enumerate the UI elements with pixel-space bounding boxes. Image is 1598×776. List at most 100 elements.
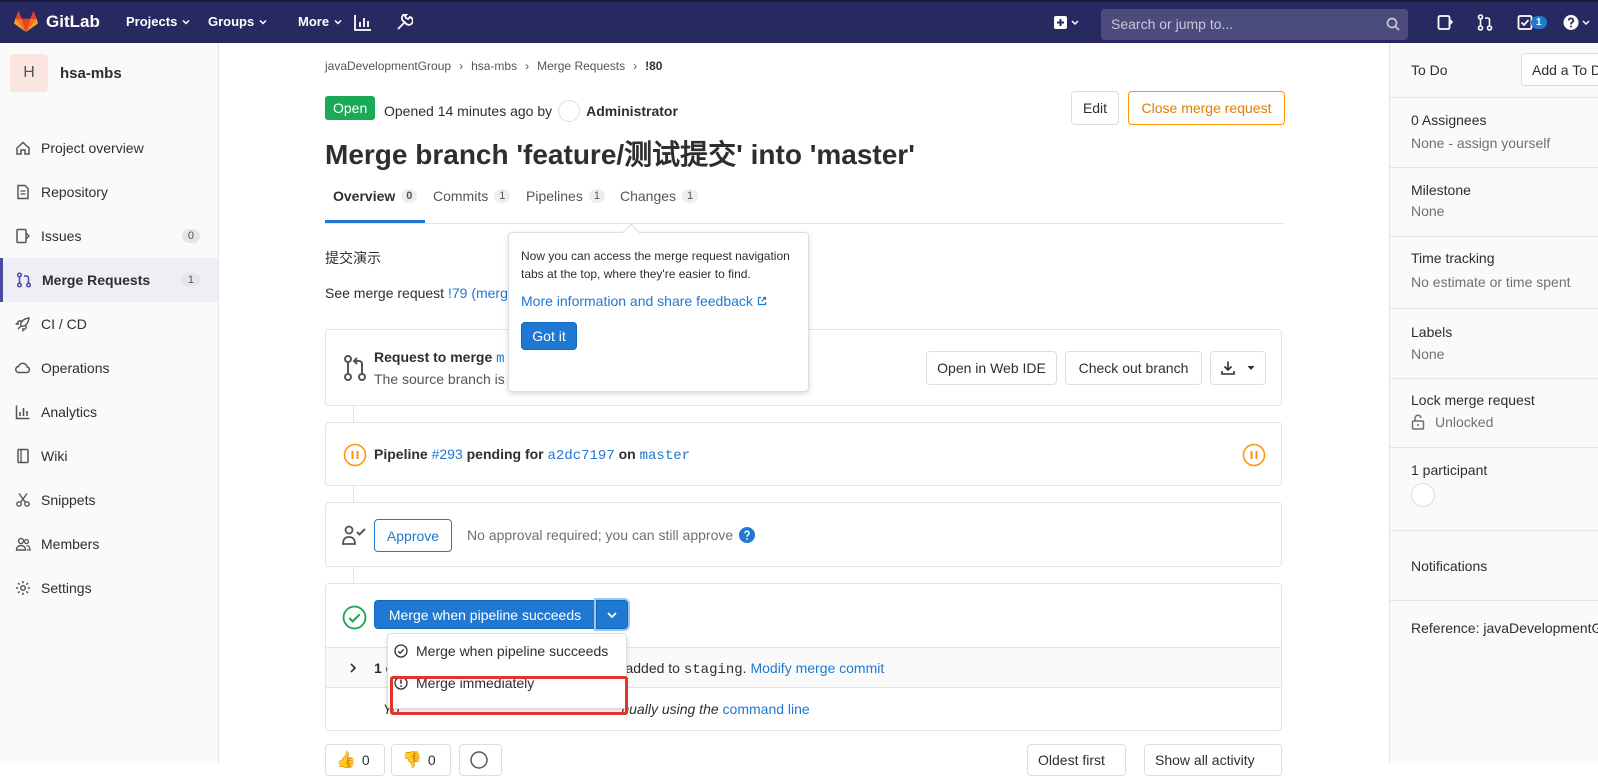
issues-icon bbox=[16, 228, 30, 244]
more-information-link[interactable]: More information and share feedback bbox=[521, 292, 796, 310]
todo-label: To Do bbox=[1411, 62, 1448, 78]
opened-info: Opened 14 minutes ago by Administrator bbox=[384, 100, 678, 122]
sidebar-item-members[interactable]: Members bbox=[0, 522, 218, 566]
divider bbox=[1390, 530, 1598, 531]
merge-options-dropdown-toggle[interactable] bbox=[596, 600, 628, 629]
search-input[interactable]: Search or jump to... bbox=[1101, 9, 1408, 40]
thumbs-up-count: 0 bbox=[361, 752, 370, 768]
sidebar-item-analytics[interactable]: Analytics bbox=[0, 390, 218, 434]
smiley-icon bbox=[470, 751, 488, 769]
opened-text: Opened 14 minutes ago by bbox=[384, 103, 553, 119]
approve-button[interactable]: Approve bbox=[374, 519, 452, 552]
tab-changes[interactable]: Changes 1 bbox=[620, 188, 699, 204]
nav-more[interactable]: More bbox=[298, 14, 343, 29]
todo-count-badge: 1 bbox=[1531, 16, 1547, 29]
got-it-button[interactable]: Got it bbox=[521, 322, 577, 350]
sidebar-item-issues[interactable]: Issues 0 bbox=[0, 214, 218, 258]
activity-chart-icon[interactable] bbox=[354, 14, 372, 31]
breadcrumb-mr-id[interactable]: !80 bbox=[645, 59, 662, 73]
close-merge-request-button[interactable]: Close merge request bbox=[1128, 91, 1285, 125]
modify-merge-commit-link[interactable]: Modify merge commit bbox=[750, 660, 884, 676]
sidebar-item-snippets[interactable]: Snippets bbox=[0, 478, 218, 522]
milestone-label: Milestone bbox=[1411, 182, 1471, 198]
add-todo-button[interactable]: Add a To D bbox=[1521, 53, 1598, 86]
project-header[interactable]: H hsa-mbs bbox=[10, 54, 122, 92]
breadcrumb-project[interactable]: hsa-mbs bbox=[471, 59, 517, 73]
tab-commits[interactable]: Commits 1 bbox=[433, 188, 511, 204]
assign-yourself-link[interactable]: None - assign yourself bbox=[1411, 135, 1550, 151]
popover-arrow bbox=[622, 223, 640, 241]
popover-text: Now you can access the merge request nav… bbox=[521, 249, 790, 281]
document-icon bbox=[17, 184, 29, 200]
project-avatar: H bbox=[10, 54, 48, 92]
target-branch-link[interactable]: master bbox=[640, 448, 690, 464]
chevron-right-icon: › bbox=[633, 59, 638, 73]
sidebar-item-ci-cd[interactable]: CI / CD bbox=[0, 302, 218, 346]
admin-wrench-icon[interactable] bbox=[395, 14, 413, 31]
nav-projects[interactable]: Projects bbox=[126, 14, 191, 29]
question-circle-icon[interactable] bbox=[739, 527, 756, 543]
unlock-icon bbox=[1411, 414, 1425, 430]
tab-count: 1 bbox=[494, 189, 511, 203]
labels-label: Labels bbox=[1411, 324, 1453, 340]
chevron-down-icon bbox=[334, 19, 342, 25]
download-dropdown-button[interactable] bbox=[1210, 351, 1266, 385]
divider bbox=[1390, 167, 1598, 168]
lock-value: Unlocked bbox=[1435, 414, 1494, 430]
tab-count: 1 bbox=[682, 189, 699, 203]
sidebar-item-settings[interactable]: Settings bbox=[0, 566, 218, 610]
divider bbox=[1390, 600, 1598, 601]
avatar[interactable] bbox=[558, 100, 581, 122]
avatar[interactable] bbox=[1411, 483, 1435, 507]
command-line-link[interactable]: command line bbox=[723, 701, 810, 717]
sort-label: Oldest first bbox=[1038, 752, 1105, 768]
tab-overview[interactable]: Overview 0 bbox=[333, 188, 418, 204]
request-title-text: Request to merge bbox=[374, 349, 493, 365]
new-item-plus-icon[interactable] bbox=[1053, 14, 1083, 31]
thumbs-up-button[interactable]: 👍 0 bbox=[325, 744, 385, 776]
merge-when-pipeline-succeeds-button[interactable]: Merge when pipeline succeeds bbox=[374, 600, 596, 629]
pipeline-stage-pending-icon[interactable] bbox=[1242, 443, 1266, 467]
edit-button[interactable]: Edit bbox=[1071, 91, 1119, 125]
chevron-right-icon[interactable] bbox=[348, 662, 358, 674]
thumbs-down-count: 0 bbox=[427, 752, 436, 768]
book-icon bbox=[17, 448, 29, 464]
merge-request-icon[interactable] bbox=[1477, 14, 1493, 31]
open-in-web-ide-button[interactable]: Open in Web IDE bbox=[926, 351, 1057, 385]
see-merge-request: See merge request !79 (merg bbox=[325, 285, 508, 301]
commit-sha-link[interactable]: a2dc7197 bbox=[548, 448, 615, 464]
breadcrumb-group[interactable]: javaDevelopmentGroup bbox=[325, 59, 451, 73]
check-out-branch-button[interactable]: Check out branch bbox=[1065, 351, 1202, 385]
tab-pipelines[interactable]: Pipelines 1 bbox=[526, 188, 605, 204]
nav-groups[interactable]: Groups bbox=[208, 14, 268, 29]
navigation-tabs-popover: Now you can access the merge request nav… bbox=[508, 223, 809, 392]
merge-requests-count-badge: 1 bbox=[181, 273, 200, 287]
activity-filter-dropdown[interactable]: Show all activity bbox=[1144, 744, 1282, 776]
related-mr-link[interactable]: !79 (merg bbox=[448, 285, 508, 301]
author-name[interactable]: Administrator bbox=[586, 103, 678, 119]
gitlab-logo[interactable]: GitLab bbox=[14, 11, 100, 33]
breadcrumb-merge-requests[interactable]: Merge Requests bbox=[537, 59, 625, 73]
gear-icon bbox=[16, 581, 30, 595]
pipeline-id-link[interactable]: #293 bbox=[432, 446, 463, 462]
time-tracking-value: No estimate or time spent bbox=[1411, 274, 1571, 290]
sidebar-item-operations[interactable]: Operations bbox=[0, 346, 218, 390]
check-circle-icon bbox=[342, 605, 367, 630]
issues-icon[interactable] bbox=[1437, 14, 1453, 31]
add-reaction-button[interactable] bbox=[459, 744, 502, 776]
sidebar-item-merge-requests[interactable]: Merge Requests 1 bbox=[0, 258, 218, 302]
thumbs-down-button[interactable]: 👎 0 bbox=[391, 744, 451, 776]
sidebar-item-wiki[interactable]: Wiki bbox=[0, 434, 218, 478]
divider bbox=[1390, 97, 1598, 98]
sidebar-item-label: Merge Requests bbox=[42, 272, 151, 288]
menu-item-merge-when-pipeline-succeeds[interactable]: Merge when pipeline succeeds bbox=[394, 643, 608, 659]
sidebar-item-repository[interactable]: Repository bbox=[0, 170, 218, 214]
chevron-down-icon bbox=[182, 19, 190, 25]
sidebar-item-project-overview[interactable]: Project overview bbox=[0, 126, 218, 170]
help-icon[interactable] bbox=[1563, 14, 1593, 31]
source-branch-link[interactable]: m bbox=[496, 351, 504, 367]
breadcrumb: javaDevelopmentGroup › hsa-mbs › Merge R… bbox=[325, 59, 662, 73]
sort-dropdown[interactable]: Oldest first bbox=[1027, 744, 1126, 776]
pipeline-pending-icon[interactable] bbox=[343, 443, 367, 467]
sidebar-item-label: Snippets bbox=[41, 492, 96, 508]
